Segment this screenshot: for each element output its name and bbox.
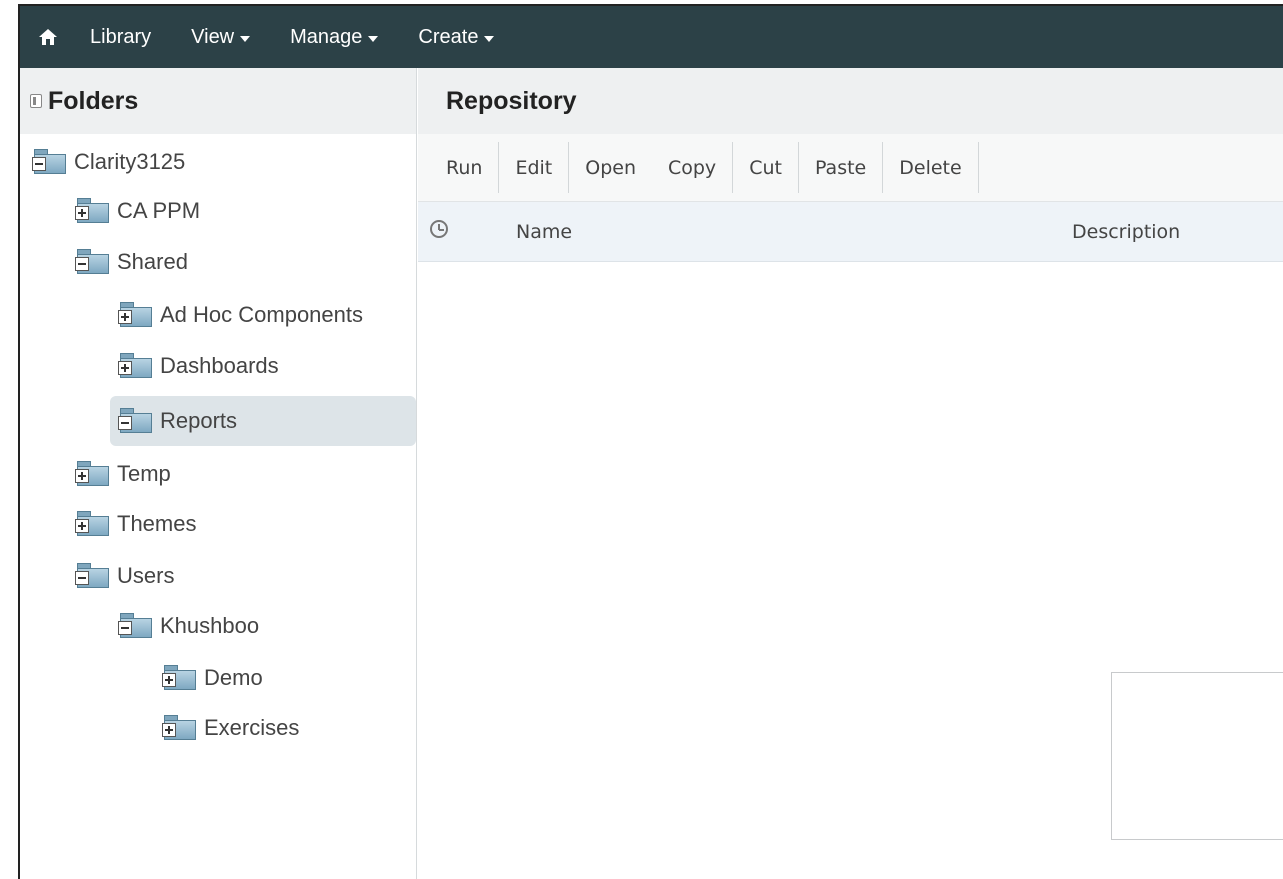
empty-panel-box: [1111, 672, 1283, 840]
caret-down-icon: [240, 35, 251, 42]
open-button[interactable]: Open: [568, 142, 652, 193]
repository-title: Repository: [446, 86, 577, 115]
clock-icon[interactable]: [430, 220, 448, 238]
folder-icon[interactable]: [162, 665, 198, 691]
folder-icon[interactable]: [162, 715, 198, 741]
repository-header: Repository: [418, 68, 1283, 134]
tree-node-ad-hoc-components[interactable]: Ad Hoc Components: [118, 291, 363, 339]
paste-button[interactable]: Paste: [797, 142, 882, 193]
folder-icon[interactable]: [75, 461, 111, 487]
tree-node-themes[interactable]: Themes: [75, 500, 196, 548]
delete-button[interactable]: Delete: [882, 142, 979, 193]
folder-icon[interactable]: [32, 149, 68, 175]
folders-header: Folders: [20, 68, 416, 134]
nav-view-menu[interactable]: View: [171, 6, 270, 68]
copy-button[interactable]: Copy: [652, 142, 732, 193]
cut-button[interactable]: Cut: [732, 142, 798, 193]
tree-node-temp[interactable]: Temp: [75, 450, 171, 498]
tree-node-khushboo[interactable]: Khushboo: [118, 602, 259, 650]
folder-icon[interactable]: [118, 353, 154, 379]
folder-icon[interactable]: [75, 511, 111, 537]
tree-node-shared[interactable]: Shared: [75, 238, 188, 286]
description-column-header[interactable]: Description: [1072, 221, 1180, 243]
tree-node-users[interactable]: Users: [75, 552, 174, 600]
folder-icon[interactable]: [118, 408, 154, 434]
folders-panel: Folders Clarity3125 CA PPM Shared Ad Hoc…: [20, 68, 417, 879]
folder-icon[interactable]: [118, 302, 154, 328]
nav-library[interactable]: Library: [70, 6, 171, 68]
top-nav: Library View Manage Create: [20, 6, 1283, 68]
folder-icon[interactable]: [75, 563, 111, 589]
run-button[interactable]: Run: [418, 142, 498, 193]
nav-create-menu[interactable]: Create: [398, 6, 514, 68]
tree-node-exercises[interactable]: Exercises: [162, 704, 299, 752]
folders-title: Folders: [48, 86, 139, 115]
tree-node-ca-ppm[interactable]: CA PPM: [75, 187, 200, 235]
edit-button[interactable]: Edit: [498, 142, 568, 193]
home-button[interactable]: [26, 6, 70, 68]
folder-icon[interactable]: [118, 613, 154, 639]
app-window: Library View Manage Create Folders Clari…: [18, 4, 1283, 879]
tree-node-reports[interactable]: Reports: [110, 396, 416, 446]
tree-node-demo[interactable]: Demo: [162, 654, 263, 702]
home-icon: [39, 29, 57, 45]
repository-panel: Repository Run Edit Open Copy Cut Paste …: [418, 68, 1283, 879]
caret-down-icon: [484, 35, 495, 42]
results-column-header: Name Description: [418, 202, 1283, 262]
tree-node-dashboards[interactable]: Dashboards: [118, 342, 279, 390]
nav-manage-menu[interactable]: Manage: [270, 6, 398, 68]
repository-toolbar: Run Edit Open Copy Cut Paste Delete: [418, 134, 1283, 202]
folder-icon[interactable]: [75, 198, 111, 224]
panel-collapse-icon[interactable]: [30, 94, 42, 108]
tree-node-clarity3125[interactable]: Clarity3125: [32, 138, 185, 186]
folder-icon[interactable]: [75, 249, 111, 275]
name-column-header[interactable]: Name: [516, 221, 572, 243]
caret-down-icon: [368, 35, 379, 42]
